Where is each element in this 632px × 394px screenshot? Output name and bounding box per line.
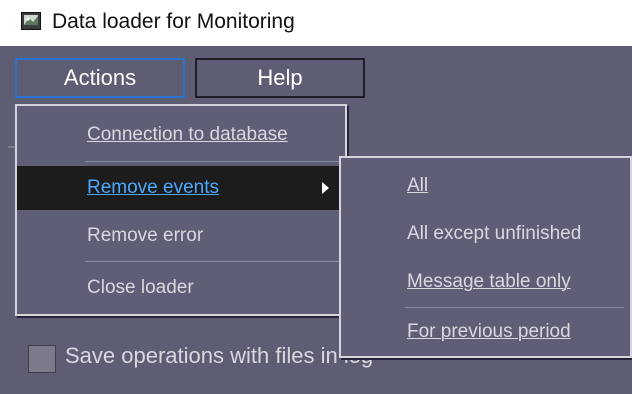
menu-actions[interactable]: Actions (15, 58, 185, 98)
menu-item-connection-to-database[interactable]: Connection to database (17, 114, 345, 156)
menu-separator (85, 261, 339, 262)
menu-help[interactable]: Help (195, 58, 365, 98)
menu-item-label: Close loader (87, 277, 194, 298)
menu-item-remove-error[interactable]: Remove error (17, 214, 345, 258)
menu-item-label: All (407, 175, 429, 196)
menu-item-label: All except unfinished (407, 223, 582, 244)
menu-item-label: For previous period (407, 321, 571, 342)
actions-dropdown-menu: Connection to database Remove events Rem… (15, 104, 347, 316)
menu-item-label: Message table only (407, 271, 571, 292)
menu-item-close-loader[interactable]: Close loader (17, 266, 345, 310)
menu-item-label: Remove error (87, 225, 204, 246)
menu-separator (85, 161, 339, 162)
submenu-arrow-icon (322, 182, 329, 194)
submenu-item-all-except-unfinished[interactable]: All except unfinished (341, 214, 630, 254)
menu-item-remove-events[interactable]: Remove events (17, 166, 345, 210)
menu-item-label: Connection to database (87, 124, 288, 145)
menu-separator (405, 307, 624, 308)
save-operations-label[interactable]: Save operations with files in log (65, 343, 373, 369)
submenu-item-for-previous-period[interactable]: For previous period (341, 312, 630, 352)
submenu-item-message-table-only[interactable]: Message table only (341, 262, 630, 302)
app-monitor-icon (21, 12, 41, 30)
window-title: Data loader for Monitoring (52, 10, 295, 33)
title-bar: Data loader for Monitoring (0, 0, 632, 46)
submenu-item-all[interactable]: All (341, 166, 630, 206)
save-operations-checkbox[interactable] (28, 345, 56, 373)
remove-events-submenu: All All except unfinished Message table … (339, 156, 632, 358)
menu-item-label: Remove events (87, 177, 220, 198)
